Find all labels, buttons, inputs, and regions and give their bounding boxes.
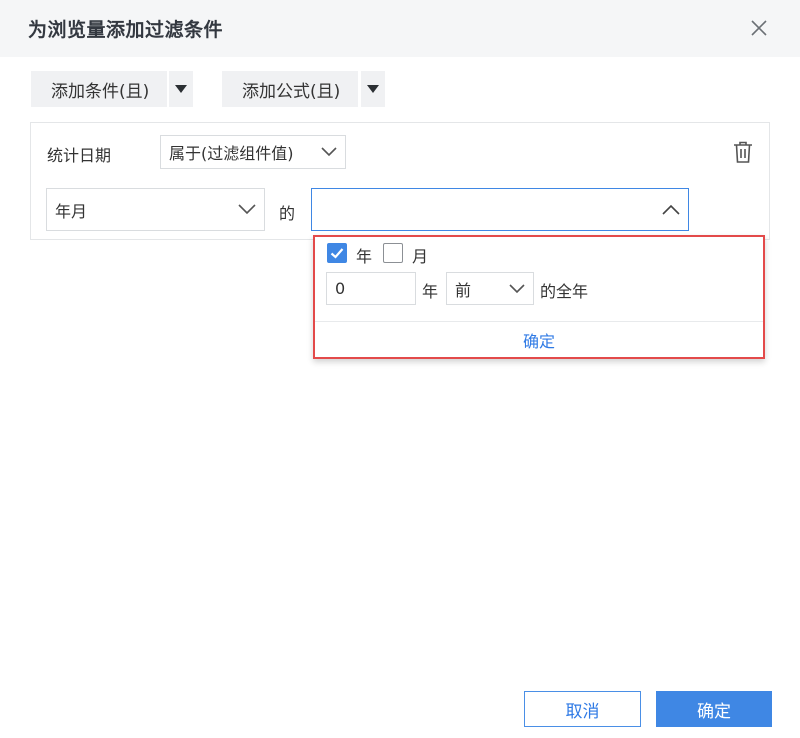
suffix-label: 的全年	[540, 282, 589, 301]
year-checkbox[interactable]	[327, 243, 347, 263]
add-condition-button[interactable]: 添加条件(且)	[31, 71, 167, 107]
offset-input[interactable]: 0	[326, 272, 416, 305]
date-value-select[interactable]	[311, 188, 689, 231]
caret-down-icon	[367, 85, 379, 93]
add-condition-label: 添加条件(且)	[51, 81, 150, 102]
unit-label: 年	[422, 282, 439, 301]
cancel-button[interactable]: 取消	[524, 691, 641, 727]
month-checkbox-label: 月	[412, 247, 429, 266]
granularity-select[interactable]: 年月	[46, 188, 265, 231]
date-picker-popup: 年 月 0 年 前 的全年 确定	[313, 235, 765, 359]
caret-down-icon	[175, 85, 187, 93]
of-label: 的	[279, 204, 296, 223]
month-checkbox[interactable]	[383, 243, 403, 263]
check-icon	[330, 248, 344, 259]
add-formula-button[interactable]: 添加公式(且)	[222, 71, 358, 107]
chevron-down-icon	[321, 147, 337, 157]
add-formula-label: 添加公式(且)	[242, 81, 341, 102]
direction-select[interactable]: 前	[446, 272, 534, 305]
direction-value: 前	[455, 280, 472, 300]
dialog-title: 为浏览量添加过滤条件	[28, 19, 224, 41]
add-condition-dropdown[interactable]	[169, 71, 193, 107]
granularity-value: 年月	[55, 201, 88, 221]
chevron-down-icon	[509, 283, 525, 293]
chevron-down-icon	[238, 204, 256, 215]
popup-confirm-button[interactable]: 确定	[315, 322, 763, 357]
close-icon[interactable]	[748, 17, 770, 39]
year-checkbox-label: 年	[356, 247, 373, 266]
add-formula-dropdown[interactable]	[361, 71, 385, 107]
ok-button[interactable]: 确定	[656, 691, 772, 727]
trash-icon[interactable]	[732, 140, 754, 164]
operator-select[interactable]: 属于(过滤组件值)	[160, 135, 346, 169]
field-label: 统计日期	[47, 146, 112, 165]
dialog-header: 为浏览量添加过滤条件	[0, 0, 800, 57]
operator-value: 属于(过滤组件值)	[169, 144, 294, 163]
chevron-up-icon	[662, 204, 680, 215]
